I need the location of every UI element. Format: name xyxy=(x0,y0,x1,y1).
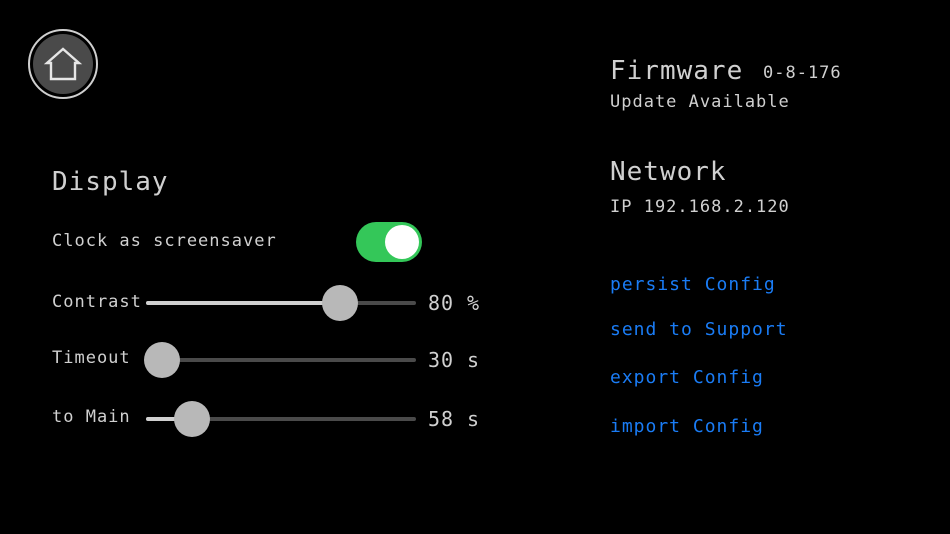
home-button[interactable] xyxy=(28,29,98,99)
contrast-value: 80 xyxy=(428,291,455,315)
timeout-slider-thumb[interactable] xyxy=(144,342,181,378)
timeout-slider[interactable] xyxy=(144,342,416,378)
network-ip: IP 192.168.2.120 xyxy=(610,197,790,217)
contrast-slider-thumb[interactable] xyxy=(322,285,359,321)
to-main-label: to Main xyxy=(52,407,131,427)
persist-config-link[interactable]: persist Config xyxy=(610,274,776,295)
network-title: Network xyxy=(610,157,727,187)
export-config-link[interactable]: export Config xyxy=(610,367,764,388)
import-config-link[interactable]: import Config xyxy=(610,416,764,437)
timeout-value: 30 xyxy=(428,348,455,372)
timeout-label: Timeout xyxy=(52,348,131,368)
contrast-slider[interactable] xyxy=(146,285,416,321)
contrast-slider-fill xyxy=(146,301,341,305)
firmware-status: Update Available xyxy=(610,92,790,112)
clock-screensaver-toggle[interactable] xyxy=(356,222,422,262)
firmware-title: Firmware xyxy=(610,56,744,86)
to-main-slider[interactable] xyxy=(146,401,416,437)
toggle-knob xyxy=(385,225,419,259)
to-main-unit: s xyxy=(467,407,480,431)
home-icon xyxy=(43,47,83,81)
to-main-slider-thumb[interactable] xyxy=(173,401,210,437)
display-title: Display xyxy=(52,167,169,197)
timeout-unit: s xyxy=(467,348,480,372)
contrast-unit: % xyxy=(467,291,480,315)
send-to-support-link[interactable]: send to Support xyxy=(610,319,788,340)
to-main-value: 58 xyxy=(428,407,455,431)
firmware-version: 0-8-176 xyxy=(763,63,842,83)
home-button-face xyxy=(33,34,93,94)
contrast-label: Contrast xyxy=(52,292,142,312)
clock-screensaver-label: Clock as screensaver xyxy=(52,231,277,251)
